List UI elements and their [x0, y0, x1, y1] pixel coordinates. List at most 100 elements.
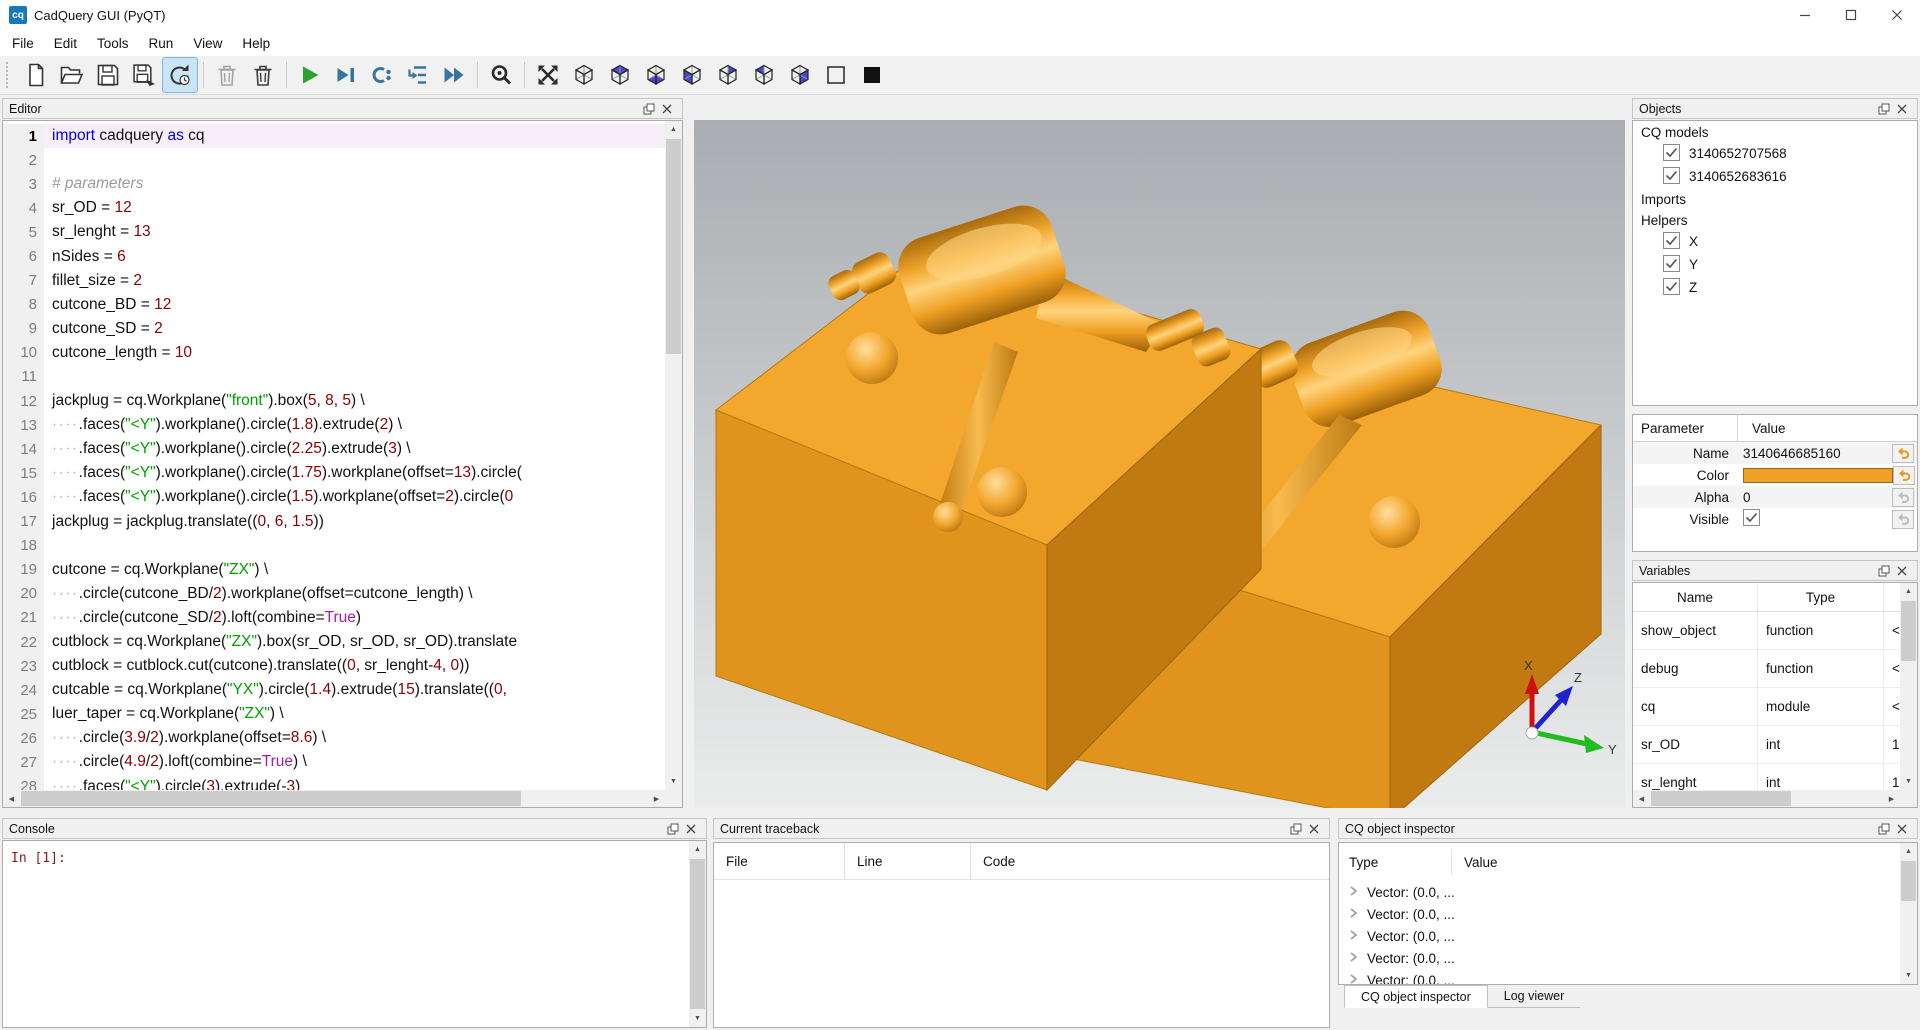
scrollbar-thumb[interactable]: [21, 791, 521, 806]
scrollbar-thumb[interactable]: [690, 859, 705, 1009]
variable-row-sr-od[interactable]: sr_ODint12: [1633, 726, 1900, 764]
tree-item-z[interactable]: Z: [1633, 276, 1917, 299]
inspector-vertical-scrollbar[interactable]: ▲ ▼: [1900, 843, 1917, 984]
code-lines[interactable]: 1import cadquery as cq23# parameters4sr_…: [3, 121, 665, 790]
checkbox-y[interactable]: [1663, 255, 1680, 275]
menu-view[interactable]: View: [183, 32, 232, 55]
minimize-button[interactable]: [1782, 0, 1828, 30]
toggle-wireframe-button[interactable]: [819, 58, 853, 92]
tree-group-cq-models[interactable]: CQ models: [1633, 121, 1917, 142]
inspector-row[interactable]: Vector: (0.0, ...: [1339, 881, 1917, 903]
variable-row-cq[interactable]: cqmodule<m: [1633, 688, 1900, 726]
console[interactable]: In [1]: ▲ ▼: [2, 840, 707, 1028]
view-right-button[interactable]: [783, 58, 817, 92]
view-bottom-button[interactable]: [639, 58, 673, 92]
inspector-row[interactable]: Vector: (0.0, ...: [1339, 925, 1917, 947]
menu-tools[interactable]: Tools: [87, 32, 139, 55]
float-icon[interactable]: [1875, 563, 1893, 579]
variable-row-debug[interactable]: debugfunction<f: [1633, 650, 1900, 688]
clear-all-button[interactable]: [246, 58, 280, 92]
save-script-button[interactable]: [91, 58, 125, 92]
visible-checkbox[interactable]: [1743, 509, 1760, 529]
tab-cq-object-inspector[interactable]: CQ object inspector: [1344, 985, 1488, 1008]
chevron-right-icon[interactable]: [1347, 885, 1359, 900]
view-back-button[interactable]: [711, 58, 745, 92]
checkbox-3140652683616[interactable]: [1663, 167, 1680, 187]
scroll-right-icon[interactable]: ▶: [1883, 790, 1900, 807]
chevron-right-icon[interactable]: [1347, 973, 1359, 986]
scroll-left-icon[interactable]: ◀: [1633, 790, 1650, 807]
menu-edit[interactable]: Edit: [44, 32, 87, 55]
parameter-row-alpha[interactable]: Alpha0: [1633, 486, 1917, 508]
menu-help[interactable]: Help: [232, 32, 280, 55]
scroll-down-icon[interactable]: ▼: [1900, 773, 1917, 790]
close-icon[interactable]: [1893, 563, 1911, 579]
variable-row-sr-lenght[interactable]: sr_lenghtint13: [1633, 764, 1900, 790]
debug-button[interactable]: [329, 58, 363, 92]
close-icon[interactable]: [1893, 101, 1911, 117]
revert-button[interactable]: [1893, 466, 1915, 485]
open-script-button[interactable]: [55, 58, 89, 92]
variable-row-show-object[interactable]: show_objectfunction<f: [1633, 612, 1900, 650]
close-icon[interactable]: [682, 821, 700, 837]
tree-item-y[interactable]: Y: [1633, 253, 1917, 276]
float-icon[interactable]: [1875, 101, 1893, 117]
save-script-as-button[interactable]: [127, 58, 161, 92]
checkbox-z[interactable]: [1663, 278, 1680, 298]
menu-run[interactable]: Run: [139, 32, 184, 55]
tree-item-3140652683616[interactable]: 3140652683616: [1633, 165, 1917, 188]
step-in-button[interactable]: [401, 58, 435, 92]
view-top-button[interactable]: [603, 58, 637, 92]
parameter-value[interactable]: 0: [1729, 490, 1892, 505]
tree-item-3140652707568[interactable]: 3140652707568: [1633, 142, 1917, 165]
close-icon[interactable]: [658, 101, 676, 117]
toggle-autoreload-button[interactable]: [163, 58, 197, 92]
variables-vertical-scrollbar[interactable]: ▲ ▼: [1900, 583, 1917, 790]
revert-button[interactable]: [1892, 510, 1914, 529]
close-icon[interactable]: [1893, 821, 1911, 837]
toggle-shaded-button[interactable]: [855, 58, 889, 92]
parameter-value[interactable]: [1729, 468, 1893, 483]
scrollbar-thumb[interactable]: [1901, 601, 1916, 661]
float-icon[interactable]: [640, 101, 658, 117]
parameter-value[interactable]: 3140646685160: [1729, 446, 1892, 461]
revert-button[interactable]: [1892, 488, 1914, 507]
parameter-value[interactable]: [1729, 509, 1892, 529]
scroll-up-icon[interactable]: ▲: [1900, 583, 1917, 600]
view-iso-button[interactable]: [567, 58, 601, 92]
view-left-button[interactable]: [747, 58, 781, 92]
toolbar-drag-handle[interactable]: [6, 62, 14, 88]
tree-group-imports[interactable]: Imports: [1633, 188, 1917, 209]
fit-view-button[interactable]: [531, 58, 565, 92]
continue-button[interactable]: [437, 58, 471, 92]
scroll-down-icon[interactable]: ▼: [665, 773, 682, 790]
step-button[interactable]: [365, 58, 399, 92]
scrollbar-thumb[interactable]: [666, 139, 681, 354]
inspector-row[interactable]: Vector: (0.0, ...: [1339, 947, 1917, 969]
scroll-left-icon[interactable]: ◀: [3, 790, 20, 807]
console-vertical-scrollbar[interactable]: ▲ ▼: [689, 841, 706, 1027]
parameter-row-visible[interactable]: Visible: [1633, 508, 1917, 530]
chevron-right-icon[interactable]: [1347, 929, 1359, 944]
inspect-object-button[interactable]: [484, 58, 518, 92]
scroll-up-icon[interactable]: ▲: [689, 841, 706, 858]
editor-horizontal-scrollbar[interactable]: ◀ ▶: [3, 790, 665, 807]
checkbox-x[interactable]: [1663, 232, 1680, 252]
float-icon[interactable]: [664, 821, 682, 837]
new-script-button[interactable]: [19, 58, 53, 92]
menu-file[interactable]: File: [2, 32, 44, 55]
3d-viewport[interactable]: XZY: [694, 120, 1625, 808]
float-icon[interactable]: [1875, 821, 1893, 837]
clear-current-button[interactable]: [210, 58, 244, 92]
scroll-right-icon[interactable]: ▶: [648, 790, 665, 807]
color-swatch[interactable]: [1743, 468, 1893, 483]
tab-log-viewer[interactable]: Log viewer: [1488, 985, 1580, 1008]
scroll-down-icon[interactable]: ▼: [689, 1010, 706, 1027]
close-icon[interactable]: [1305, 821, 1323, 837]
inspector-row[interactable]: Vector: (0.0, ...: [1339, 903, 1917, 925]
maximize-button[interactable]: [1828, 0, 1874, 30]
scrollbar-thumb[interactable]: [1901, 861, 1916, 901]
render-button[interactable]: [293, 58, 327, 92]
editor-vertical-scrollbar[interactable]: ▲ ▼: [665, 121, 682, 790]
chevron-right-icon[interactable]: [1347, 907, 1359, 922]
